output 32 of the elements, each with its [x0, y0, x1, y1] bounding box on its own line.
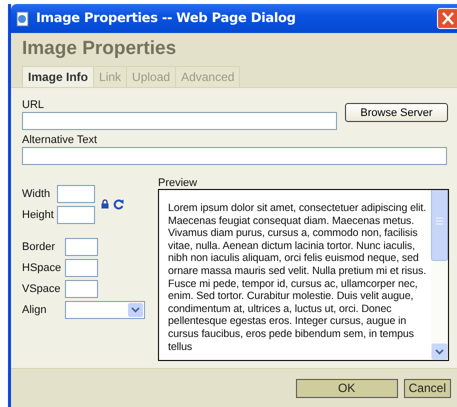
field-label: Preview [158, 177, 198, 189]
url-field[interactable] [22, 112, 337, 130]
tab[interactable]: Image Info [22, 66, 94, 87]
field-label: HSpace [22, 262, 62, 274]
field-label: Align [22, 304, 48, 316]
number-field[interactable] [57, 184, 95, 202]
chevron-down-icon [128, 302, 143, 316]
page-icon [15, 10, 31, 26]
lock-icon[interactable] [101, 199, 109, 209]
field-label: Height [22, 208, 55, 220]
field-label: URL [22, 99, 46, 111]
reset-size-icon[interactable] [113, 198, 124, 210]
scroll-down-icon[interactable] [431, 343, 448, 360]
alternative-text-field[interactable] [22, 147, 447, 165]
field-label: Border [22, 240, 56, 252]
number-field[interactable] [65, 258, 98, 276]
preview-text: Lorem ipsum dolor sit amet, consectetuer adipiscing elit. Maecenas feugiat consequat diam. Maecenas metus. Vivamus diam purus, cursus a, commodo non, facilisis vitae, nulla. Aenean dictum lacinia tortor. Nunc iaculis, nibh non iaculis aliquam, orci felis euismod neque, sed ornare massa mauris sed velit. Nulla pretium mi et risus. Fusce mi pede, tempor id, cursus ac, ullamcorper nec, enim. Sed tortor. Curabitur molestie. Duis velit augue, condimentum at, ultrices a, luctus ut, orci. Donec pellentesque egestas eros. Integer cursus, augue in cursus faucibus, eros pede bibendum sem, in tempus tellus [167, 201, 428, 355]
number-field[interactable] [65, 238, 98, 256]
close-button[interactable] [437, 8, 457, 29]
dialog-button[interactable]: OK [296, 378, 398, 398]
field-label: Alternative Text [22, 134, 98, 146]
number-field[interactable] [57, 206, 95, 224]
browse-server-button[interactable]: Browse Server [345, 103, 448, 122]
field-label: VSpace [22, 282, 62, 294]
dialog-heading: Image Properties [21, 37, 178, 61]
number-field[interactable] [65, 280, 98, 298]
dialog-button[interactable]: Cancel [404, 378, 451, 398]
align-dropdown[interactable] [65, 300, 145, 318]
field-label: Width [22, 188, 52, 200]
window-title: Image Properties -- Web Page Dialog [36, 11, 297, 26]
scrollbar[interactable] [431, 190, 448, 360]
scroll-thumb[interactable] [431, 190, 448, 261]
